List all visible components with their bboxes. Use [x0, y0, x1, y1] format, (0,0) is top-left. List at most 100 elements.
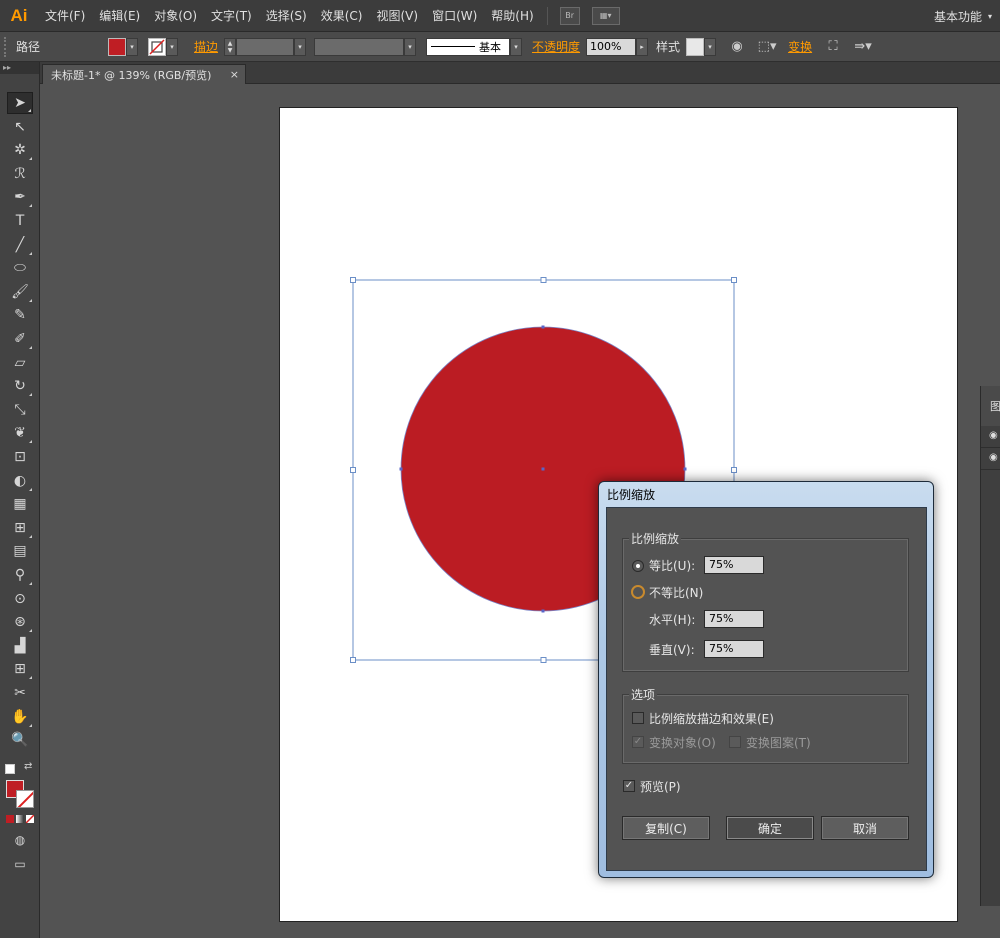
menu-edit[interactable]: 编辑(E) — [92, 7, 147, 24]
menu-type[interactable]: 文字(T) — [204, 7, 259, 24]
arrange-documents-icon[interactable]: ▦▾ — [591, 6, 620, 25]
symbol-sprayer-tool-icon[interactable]: ⊛ — [7, 611, 33, 633]
handle-bottom-left[interactable] — [350, 657, 356, 663]
cancel-button[interactable]: 取消 — [821, 816, 909, 840]
uniform-radio[interactable] — [632, 560, 644, 572]
document-tab[interactable]: 未标题-1* @ 139% (RGB/预览) × — [42, 64, 246, 84]
uniform-scale-input[interactable]: 75% — [704, 556, 764, 574]
preview-checkbox[interactable]: ✓ — [623, 780, 635, 792]
transform-objects-checkbox[interactable]: ✓ — [632, 736, 644, 748]
mesh-tool-icon[interactable]: ⊞ — [7, 517, 33, 539]
slice-tool-icon[interactable]: ✂ — [7, 682, 33, 704]
ok-button[interactable]: 确定 — [726, 816, 814, 840]
shape-builder-tool-icon[interactable]: ◐ — [7, 470, 33, 492]
paintbrush-tool-icon[interactable]: 🖌 — [7, 281, 33, 303]
stroke-label[interactable]: 描边 — [194, 38, 218, 55]
default-colors-icon[interactable] — [5, 764, 15, 774]
variable-width-field[interactable] — [314, 37, 405, 56]
selection-tool-icon[interactable]: ➤ — [7, 92, 33, 114]
eyedropper-tool-icon[interactable]: ⚲ — [7, 564, 33, 586]
type-tool-icon[interactable]: T — [7, 210, 33, 232]
brush-definition-field[interactable]: 基本 — [426, 37, 511, 56]
align-options-icon[interactable]: ⬚▾ — [756, 37, 778, 57]
artboard-tool-icon[interactable]: ⊞ — [7, 658, 33, 680]
opacity-label[interactable]: 不透明度 — [532, 38, 580, 55]
fill-dropdown[interactable]: ▾ — [126, 37, 139, 56]
menu-help[interactable]: 帮助(H) — [484, 7, 540, 24]
ellipse-tool-icon[interactable]: ⬭ — [7, 257, 33, 279]
blob-brush-tool-icon[interactable]: ✐ — [7, 328, 33, 350]
warp-tool-icon[interactable]: ❦ — [7, 422, 33, 444]
column-graph-tool-icon[interactable]: ▟ — [7, 635, 33, 657]
pencil-tool-icon[interactable]: ✎ — [7, 304, 33, 326]
brush-definition-dropdown[interactable]: ▾ — [510, 37, 523, 56]
blend-tool-icon[interactable]: ⊙ — [7, 588, 33, 610]
stroke-weight-field[interactable] — [236, 37, 295, 56]
swap-colors-icon[interactable]: ⇄ — [24, 761, 32, 772]
stroke-weight-dropdown[interactable]: ▾ — [294, 37, 307, 56]
gradient-tool-icon[interactable]: ▤ — [7, 540, 33, 562]
menu-bar: Ai 文件(F) 编辑(E) 对象(O) 文字(T) 选择(S) 效果(C) 视… — [0, 0, 1000, 32]
handle-top-center[interactable] — [540, 277, 547, 283]
line-segment-tool-icon[interactable]: ╱ — [7, 234, 33, 256]
visibility-eye-icon[interactable]: ◉ — [981, 448, 1000, 470]
transform-label[interactable]: 变换 — [788, 38, 812, 55]
hand-tool-icon[interactable]: ✋ — [7, 706, 33, 728]
handle-top-right[interactable] — [731, 277, 737, 283]
fill-color-swatch[interactable] — [108, 37, 127, 56]
menu-window[interactable]: 窗口(W) — [425, 7, 484, 24]
menu-file[interactable]: 文件(F) — [38, 7, 92, 24]
scale-strokes-checkbox[interactable] — [632, 712, 644, 724]
zoom-tool-icon[interactable]: 🔍 — [7, 729, 33, 751]
transform-patterns-checkbox[interactable] — [729, 736, 741, 748]
color-mode-buttons[interactable] — [6, 815, 34, 823]
lasso-tool-icon[interactable]: ℛ — [7, 163, 33, 185]
visibility-eye-icon[interactable]: ◉ — [981, 426, 1000, 448]
color-mode-icon[interactable] — [6, 815, 14, 823]
pen-tool-icon[interactable]: ✒ — [7, 186, 33, 208]
drawing-mode-icon[interactable]: ◍ — [7, 829, 33, 851]
copy-button[interactable]: 复制(C) — [622, 816, 710, 840]
stroke-swatch[interactable] — [16, 790, 34, 808]
stroke-none-swatch[interactable] — [148, 37, 167, 56]
screen-mode-icon[interactable]: ▭ — [7, 853, 33, 875]
magic-wand-tool-icon[interactable]: ✲ — [7, 139, 33, 161]
menu-view[interactable]: 视图(V) — [369, 7, 425, 24]
vertical-scale-input[interactable]: 75% — [704, 640, 764, 658]
gradient-mode-icon[interactable] — [16, 815, 24, 823]
scale-tool-icon[interactable]: ⤡ — [7, 399, 33, 421]
bridge-button[interactable]: Br — [559, 6, 580, 25]
stroke-weight-stepper[interactable]: ▲ ▼ — [224, 37, 237, 56]
variable-width-dropdown[interactable]: ▾ — [404, 37, 417, 56]
handle-middle-right[interactable] — [731, 467, 737, 473]
handle-bottom-center[interactable] — [540, 657, 547, 663]
stroke-dropdown[interactable]: ▾ — [166, 37, 179, 56]
graphic-style-swatch[interactable] — [686, 37, 705, 56]
panel-collapse-icon[interactable]: ▸▸ — [0, 62, 39, 74]
handle-middle-left[interactable] — [350, 467, 356, 473]
direct-selection-tool-icon[interactable]: ↖ — [7, 116, 33, 138]
menu-object[interactable]: 对象(O) — [147, 7, 204, 24]
rotate-tool-icon[interactable]: ↻ — [7, 375, 33, 397]
isolate-group-icon[interactable]: ⛶ — [822, 37, 844, 57]
chevron-down-icon: ▾ — [987, 11, 992, 21]
perspective-grid-tool-icon[interactable]: ▦ — [7, 493, 33, 515]
panel-menu-icon[interactable]: ⇛▾ — [852, 37, 874, 57]
menu-effect[interactable]: 效果(C) — [314, 7, 370, 24]
graphic-style-dropdown[interactable]: ▾ — [704, 37, 717, 56]
panel-tab[interactable]: 图 — [981, 386, 1000, 426]
anchor-right — [683, 467, 687, 471]
nonuniform-radio[interactable] — [631, 585, 645, 599]
free-transform-tool-icon[interactable]: ⊡ — [7, 446, 33, 468]
recolor-artwork-icon[interactable]: ◉ — [726, 37, 748, 57]
close-icon[interactable]: × — [230, 68, 239, 81]
eraser-tool-icon[interactable]: ▱ — [7, 352, 33, 374]
none-mode-icon[interactable] — [26, 815, 34, 823]
opacity-field[interactable]: 100% — [586, 37, 637, 56]
workspace-switcher[interactable]: 基本功能 ▾ — [934, 0, 992, 32]
menu-select[interactable]: 选择(S) — [259, 7, 314, 24]
horizontal-scale-input[interactable]: 75% — [704, 610, 764, 628]
opacity-dropdown[interactable]: ▸ — [636, 37, 649, 56]
handle-top-left[interactable] — [350, 277, 356, 283]
preview-label: 预览(P) — [640, 780, 681, 794]
